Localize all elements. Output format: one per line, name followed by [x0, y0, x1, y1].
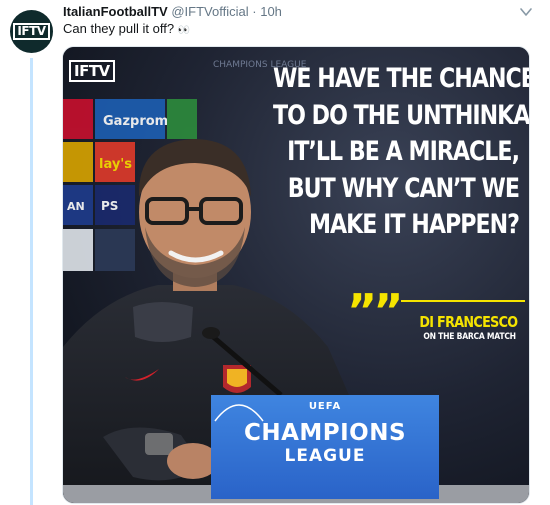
separator-dot: ·: [252, 4, 257, 19]
tweet-body: Can they pull it off?: [63, 21, 175, 36]
speaker-subtitle: ON THE BARCA MATCH: [423, 332, 516, 342]
tweet-image[interactable]: Gazprom lay's AN PS CHAMPIONS LEAGUE IFT…: [62, 46, 530, 504]
eyes-emoji: 👀: [177, 25, 192, 36]
quote-marks: ””: [347, 288, 404, 334]
starball-icon: [214, 404, 264, 422]
speaker-divider: [401, 300, 525, 302]
display-name[interactable]: ItalianFootballTV: [63, 4, 168, 19]
thread-line: [30, 58, 33, 505]
tweet-text: Can they pull it off? 👀: [63, 21, 191, 36]
quote-line: WE HAVE THE CHANCE: [273, 63, 530, 94]
sponsor-an: AN: [67, 200, 85, 213]
quote-text: WE HAVE THE CHANCE TO DO THE UNTHINKABLE…: [273, 61, 530, 244]
quote-line: IT’LL BE A MIRACLE,: [287, 136, 520, 167]
quote-mark: ”: [373, 284, 403, 338]
champions-league-board: UEFA CHAMPIONS LEAGUE: [211, 395, 439, 499]
board-subtitle: LEAGUE: [284, 446, 366, 466]
sponsor-gazprom: Gazprom: [103, 114, 168, 129]
quote-mark: ”: [347, 284, 377, 338]
iftv-logo: IFTV: [69, 60, 115, 82]
quote-line: TO DO THE UNTHINKABLE.: [273, 99, 529, 131]
chevron-down-icon[interactable]: [518, 6, 534, 18]
board-uefa: UEFA: [308, 401, 342, 412]
avatar-logo: IFTV: [13, 23, 50, 40]
sponsor-ps: PS: [101, 199, 118, 213]
user-handle[interactable]: @IFTVofficial: [171, 4, 248, 19]
quote-line: MAKE IT HAPPEN?: [308, 209, 520, 240]
tweet[interactable]: IFTV ItalianFootballTV @IFTVofficial · 1…: [0, 0, 550, 505]
avatar[interactable]: IFTV: [10, 10, 53, 53]
tweet-header: ItalianFootballTV @IFTVofficial · 10h: [63, 4, 282, 20]
tweet-timestamp[interactable]: 10h: [260, 4, 282, 19]
board-title: CHAMPIONS: [243, 420, 407, 446]
sponsor-lays: lay's: [99, 157, 132, 172]
quote-line: BUT WHY CAN’T WE: [287, 172, 520, 204]
speaker-name: DI FRANCESCO: [418, 313, 518, 331]
